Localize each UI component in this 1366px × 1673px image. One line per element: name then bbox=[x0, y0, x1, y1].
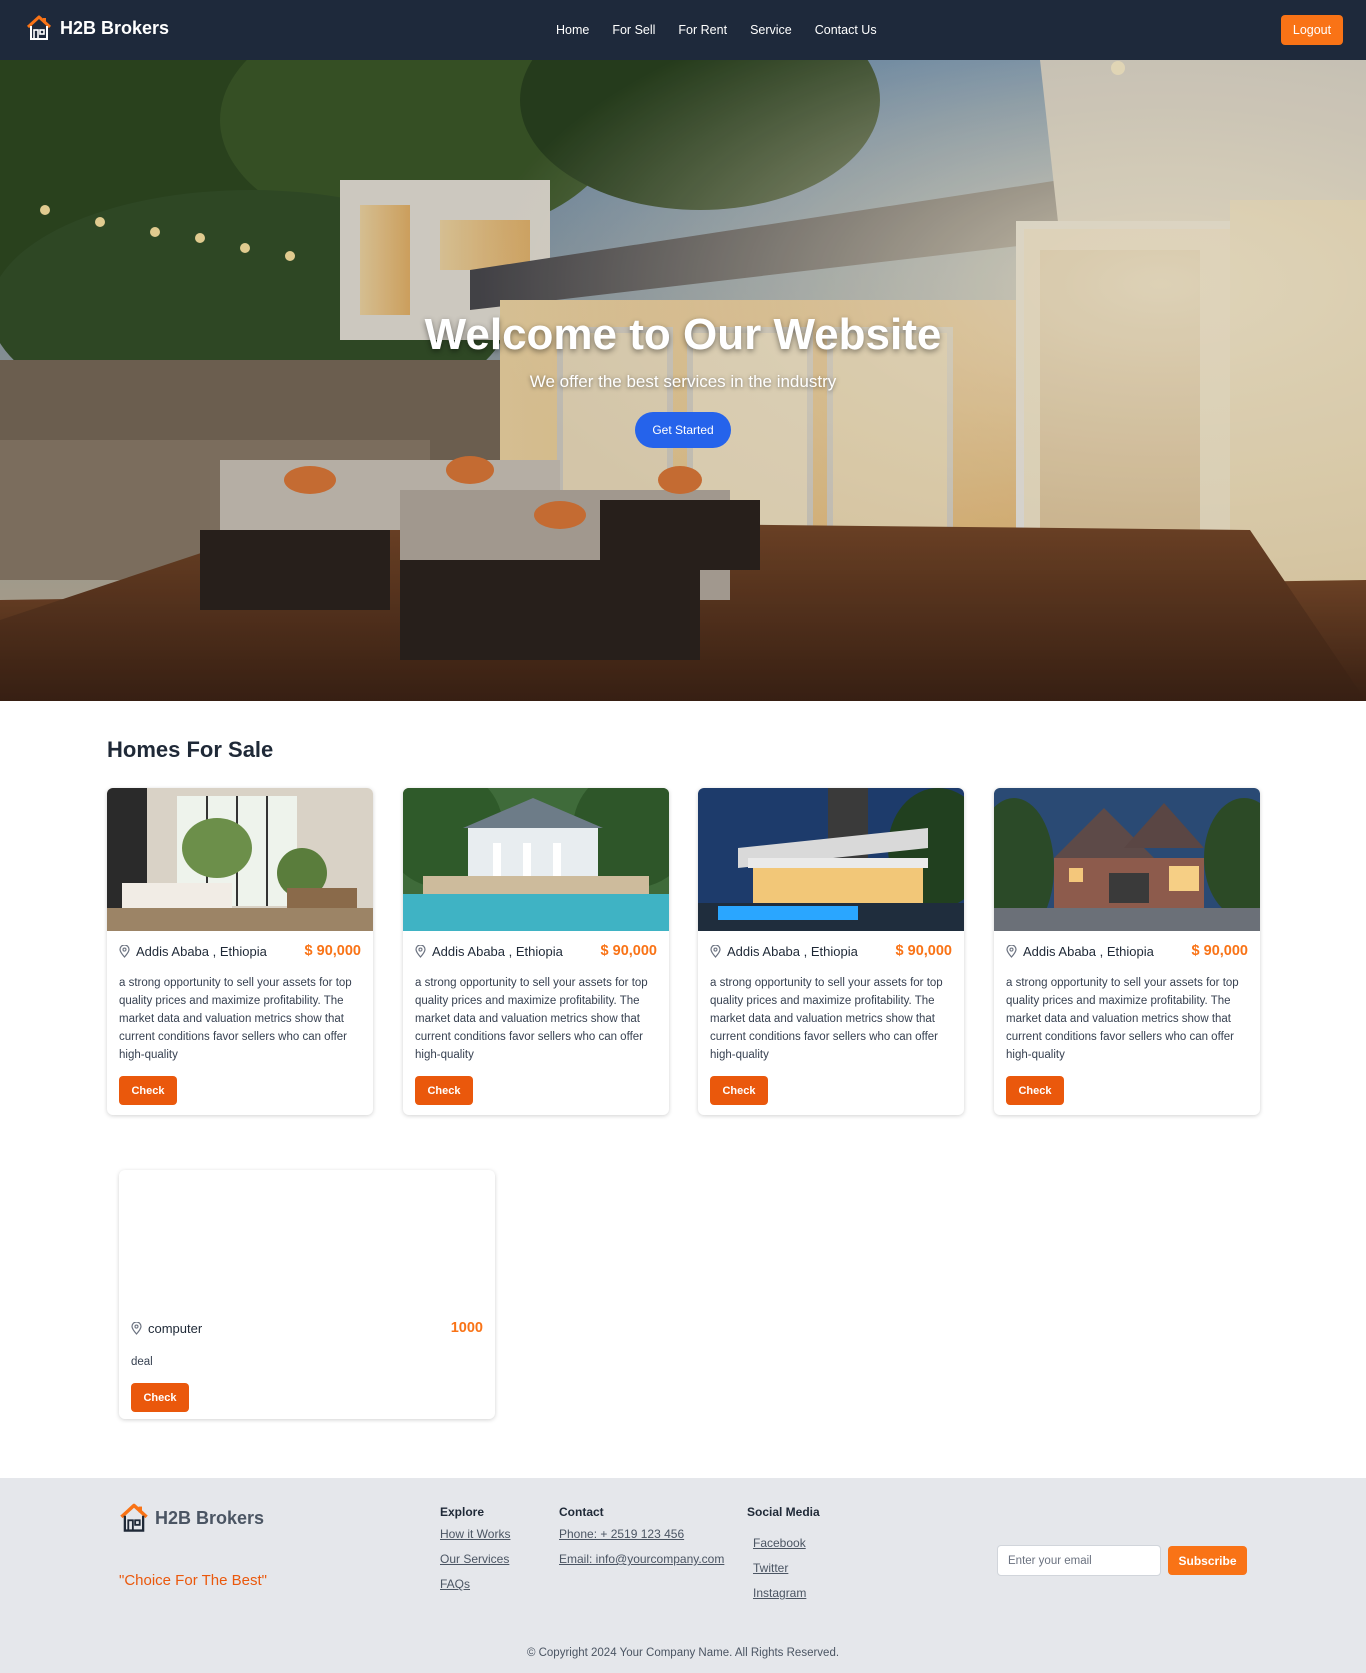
property-card: computer 1000 deal Check bbox=[119, 1170, 495, 1419]
card-price: 1000 bbox=[450, 1320, 483, 1336]
get-started-button[interactable]: Get Started bbox=[635, 412, 731, 448]
check-button[interactable]: Check bbox=[119, 1076, 177, 1105]
property-image bbox=[403, 788, 669, 931]
card-description: a strong opportunity to sell your assets… bbox=[119, 977, 352, 1061]
footer-link-instagram[interactable]: Instagram bbox=[753, 1586, 820, 1600]
card-location: Addis Ababa , Ethiopia bbox=[727, 943, 858, 959]
property-card: Addis Ababa , Ethiopia $ 90,000 a strong… bbox=[403, 788, 669, 1115]
map-pin-icon bbox=[710, 944, 721, 958]
navbar: H2B Brokers Home For Sell For Rent Servi… bbox=[0, 0, 1366, 60]
property-card: Addis Ababa , Ethiopia $ 90,000 a strong… bbox=[107, 788, 373, 1115]
card-price: $ 90,000 bbox=[600, 943, 657, 959]
subscribe-button[interactable]: Subscribe bbox=[1168, 1546, 1247, 1575]
nav-home[interactable]: Home bbox=[556, 23, 589, 37]
house-logo-icon bbox=[26, 15, 52, 40]
check-button[interactable]: Check bbox=[710, 1076, 768, 1105]
card-body: Addis Ababa , Ethiopia $ 90,000 a strong… bbox=[107, 931, 373, 1115]
footer-social: Social Media Facebook Twitter Instagram bbox=[747, 1505, 820, 1611]
property-card: Addis Ababa , Ethiopia $ 90,000 a strong… bbox=[994, 788, 1260, 1115]
hero-section: Welcome to Our Website We offer the best… bbox=[0, 60, 1366, 701]
footer-explore-title: Explore bbox=[440, 1505, 485, 1519]
property-image bbox=[107, 788, 373, 931]
hero-title: Welcome to Our Website bbox=[424, 310, 942, 359]
card-body: Addis Ababa , Ethiopia $ 90,000 a strong… bbox=[994, 931, 1260, 1115]
nav-service[interactable]: Service bbox=[750, 23, 792, 37]
footer-tagline: "Choice For The Best" bbox=[119, 1572, 267, 1589]
footer-link-how-it-works[interactable]: How it Works bbox=[440, 1527, 510, 1541]
map-pin-icon bbox=[119, 944, 130, 958]
check-button[interactable]: Check bbox=[415, 1076, 473, 1105]
footer-brand-name: H2B Brokers bbox=[155, 1507, 265, 1528]
footer-link-email[interactable]: Email: info@yourcompany.com bbox=[559, 1552, 724, 1566]
property-card: Addis Ababa , Ethiopia $ 90,000 a strong… bbox=[698, 788, 964, 1115]
footer-contact-title: Contact bbox=[559, 1505, 604, 1519]
card-description: a strong opportunity to sell your assets… bbox=[1006, 977, 1239, 1061]
card-description: a strong opportunity to sell your assets… bbox=[415, 977, 648, 1061]
card-location: Addis Ababa , Ethiopia bbox=[432, 943, 563, 959]
map-pin-icon bbox=[415, 944, 426, 958]
footer-link-our-services[interactable]: Our Services bbox=[440, 1552, 510, 1566]
footer: H2B Brokers "Choice For The Best" Explor… bbox=[0, 1478, 1366, 1673]
card-location: Addis Ababa , Ethiopia bbox=[1023, 943, 1154, 959]
map-pin-icon bbox=[1006, 944, 1017, 958]
footer-brand[interactable]: H2B Brokers bbox=[119, 1502, 264, 1534]
nav-for-rent[interactable]: For Rent bbox=[678, 23, 727, 37]
footer-link-facebook[interactable]: Facebook bbox=[753, 1536, 820, 1550]
card-description: deal bbox=[131, 1356, 153, 1368]
property-image bbox=[698, 788, 964, 931]
footer-explore: Explore How it Works Our Services FAQs bbox=[440, 1505, 510, 1602]
footer-link-phone[interactable]: Phone: + 2519 123 456 bbox=[559, 1527, 724, 1541]
nav-for-sell[interactable]: For Sell bbox=[612, 23, 655, 37]
card-body: Addis Ababa , Ethiopia $ 90,000 a strong… bbox=[403, 931, 669, 1115]
card-price: $ 90,000 bbox=[304, 943, 361, 959]
brand-name: H2B Brokers bbox=[60, 17, 170, 38]
card-location: Addis Ababa , Ethiopia bbox=[136, 943, 267, 959]
footer-contact: Contact Phone: + 2519 123 456 Email: inf… bbox=[559, 1505, 724, 1577]
nav-contact-us[interactable]: Contact Us bbox=[815, 23, 877, 37]
card-price: $ 90,000 bbox=[895, 943, 952, 959]
card-body: Addis Ababa , Ethiopia $ 90,000 a strong… bbox=[698, 931, 964, 1115]
brand[interactable]: H2B Brokers bbox=[26, 14, 169, 42]
card-description: a strong opportunity to sell your assets… bbox=[710, 977, 943, 1061]
hero-subtitle: We offer the best services in the indust… bbox=[529, 372, 837, 391]
main-nav: Home For Sell For Rent Service Contact U… bbox=[556, 0, 900, 60]
card-location: computer bbox=[148, 1320, 203, 1336]
footer-social-title: Social Media bbox=[747, 1505, 820, 1519]
newsletter-email-input[interactable] bbox=[997, 1545, 1161, 1576]
card-price: $ 90,000 bbox=[1191, 943, 1248, 959]
check-button[interactable]: Check bbox=[1006, 1076, 1064, 1105]
footer-link-faqs[interactable]: FAQs bbox=[440, 1577, 510, 1591]
house-logo-icon bbox=[120, 1503, 148, 1532]
logout-button[interactable]: Logout bbox=[1281, 15, 1343, 45]
map-pin-icon bbox=[131, 1321, 142, 1335]
check-button[interactable]: Check bbox=[131, 1383, 189, 1412]
footer-link-twitter[interactable]: Twitter bbox=[753, 1561, 820, 1575]
property-image bbox=[994, 788, 1260, 931]
copyright-text: © Copyright 2024 Your Company Name. All … bbox=[526, 1647, 840, 1659]
section-title: Homes For Sale bbox=[107, 737, 274, 762]
